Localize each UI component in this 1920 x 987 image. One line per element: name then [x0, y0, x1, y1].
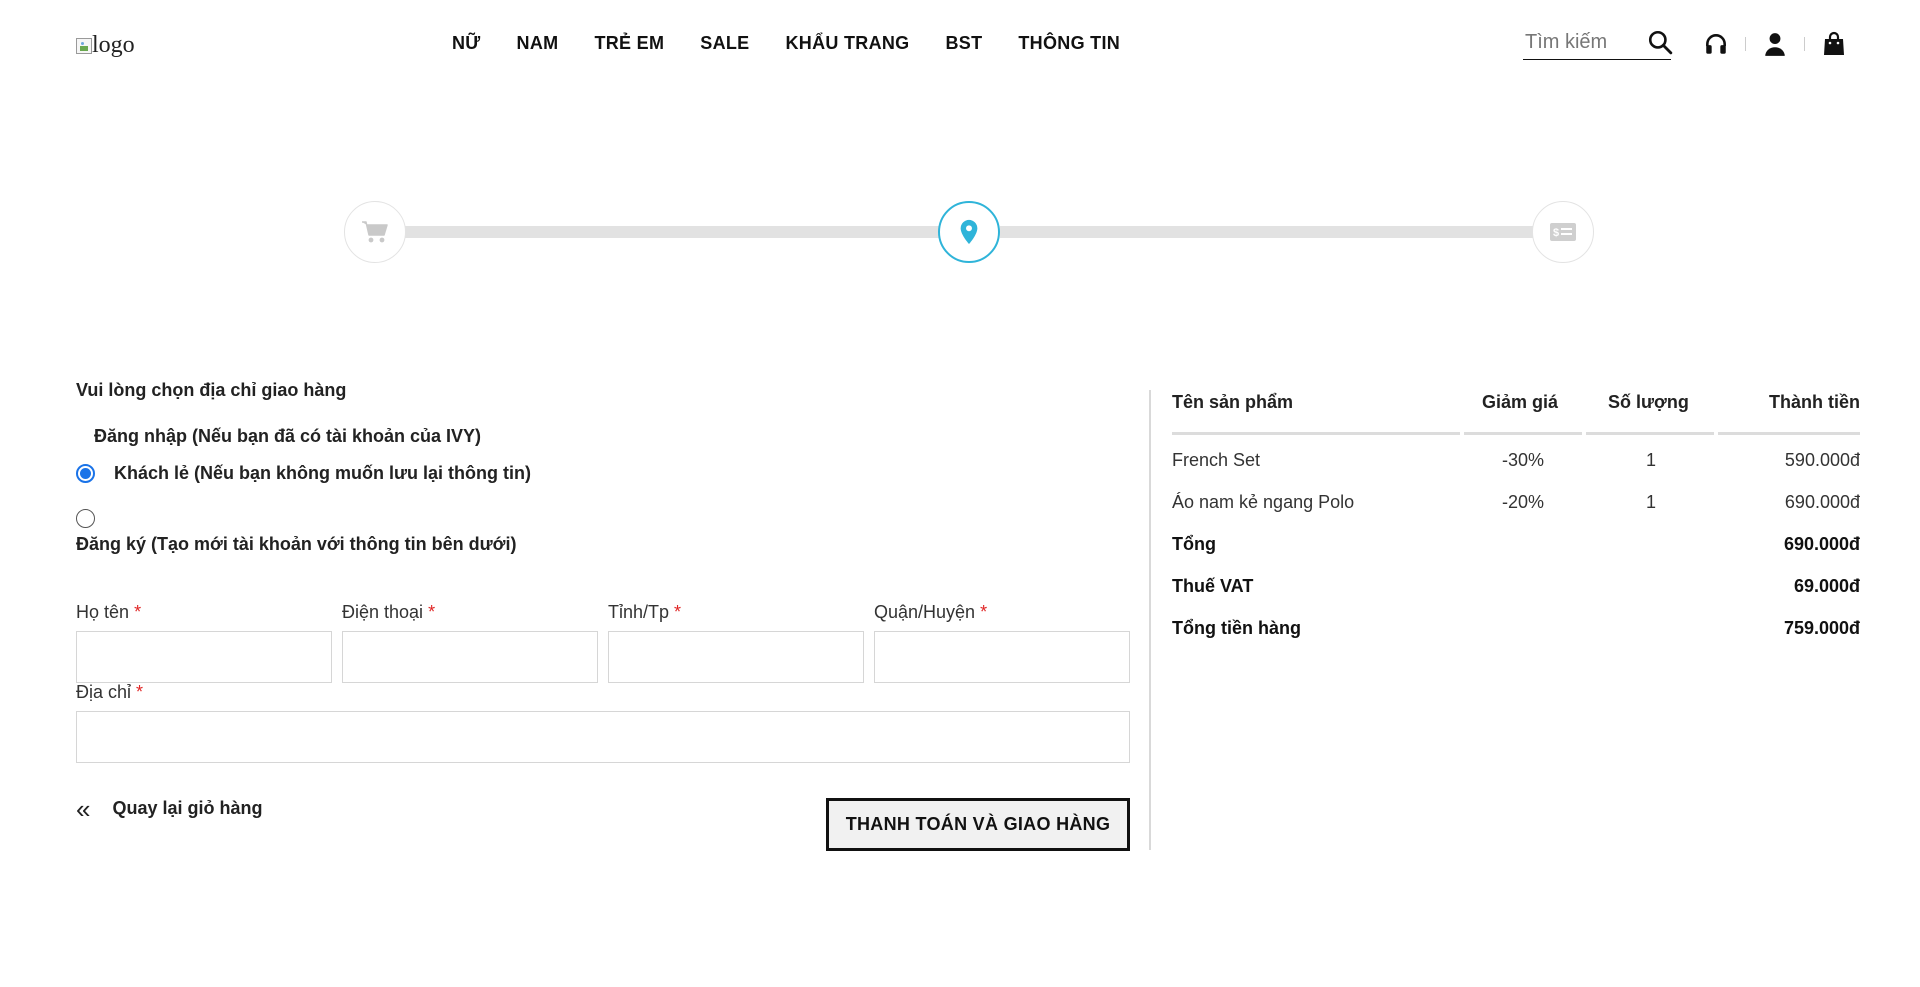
product-price: 590.000đ	[1784, 450, 1860, 470]
checkout-submit-button[interactable]: THANH TOÁN VÀ GIAO HÀNG	[826, 798, 1130, 851]
nav-item-thong-tin[interactable]: THÔNG TIN	[1018, 33, 1120, 54]
col-product: Tên sản phẩm	[1172, 392, 1294, 412]
nav-item-bst[interactable]: BST	[945, 33, 982, 54]
summary-header: Tên sản phẩm Giảm giá Số lượng Thành tiề…	[1172, 380, 1860, 436]
search-icon[interactable]	[1647, 29, 1673, 55]
vat-label: Thuế VAT	[1172, 576, 1254, 596]
address-label: Địa chỉ *	[76, 682, 144, 702]
district-select[interactable]	[874, 631, 1130, 683]
grand-total-row: Tổng tiền hàng 759.000đ	[1172, 604, 1860, 646]
guest-radio[interactable]	[76, 464, 95, 483]
city-select[interactable]	[608, 631, 864, 683]
total-label: Tổng	[1172, 534, 1216, 554]
nav-item-khau-trang[interactable]: KHẨU TRANG	[785, 33, 909, 54]
product-price: 690.000đ	[1784, 492, 1860, 512]
grand-total-label: Tổng tiền hàng	[1172, 618, 1301, 638]
header-underline	[1464, 432, 1582, 435]
divider	[1745, 37, 1746, 51]
name-field-group: Họ tên *	[76, 602, 332, 683]
table-row: French Set -30% 1 590.000đ	[1172, 436, 1860, 478]
product-name: French Set	[1172, 450, 1261, 470]
nav-item-nam[interactable]: NAM	[517, 33, 559, 54]
table-row: Áo nam kẻ ngang Polo -20% 1 690.000đ	[1172, 478, 1860, 520]
vat-value: 69.000đ	[1793, 576, 1860, 596]
option-guest-label: Khách lẻ (Nếu bạn không muốn lưu lại thô…	[114, 463, 532, 483]
back-to-cart-label: Quay lại giỏ hàng	[112, 798, 263, 818]
district-field-group: Quận/Huyện *	[874, 602, 1130, 683]
step-cart	[344, 201, 406, 263]
address-input[interactable]	[76, 711, 1130, 763]
name-label: Họ tên *	[76, 602, 142, 622]
option-login[interactable]: Đăng nhập (Nếu bạn đã có tài khoản của I…	[94, 426, 481, 447]
total-row: Tổng 690.000đ	[1172, 520, 1860, 562]
progress-track	[400, 226, 940, 238]
col-discount: Giảm giá	[1482, 392, 1559, 412]
shopping-bag-icon[interactable]	[1820, 30, 1848, 58]
name-input[interactable]	[76, 631, 332, 683]
total-value: 690.000đ	[1783, 534, 1860, 554]
progress-track	[1000, 226, 1540, 238]
phone-field-group: Điện thoại *	[342, 602, 598, 683]
headset-icon[interactable]	[1702, 30, 1730, 58]
location-pin-icon	[960, 219, 978, 245]
header-underline	[1718, 432, 1860, 435]
checkout-progress: $	[344, 201, 1594, 263]
phone-input[interactable]	[342, 631, 598, 683]
shipping-form: Vui lòng chọn địa chỉ giao hàng Đăng nhậ…	[76, 380, 1130, 851]
back-to-cart-link[interactable]: « Quay lại giỏ hàng	[76, 793, 263, 824]
grand-total-value: 759.000đ	[1783, 618, 1860, 638]
main-nav: NỮ NAM TRẺ EM SALE KHẨU TRANG BST THÔNG …	[452, 33, 1156, 54]
city-field-group: Tỉnh/Tp *	[608, 602, 864, 683]
register-radio[interactable]	[76, 509, 95, 528]
order-summary: Tên sản phẩm Giảm giá Số lượng Thành tiề…	[1172, 380, 1860, 646]
column-divider	[1149, 390, 1151, 850]
product-qty: 1	[1646, 450, 1657, 470]
cart-icon	[362, 221, 388, 243]
phone-label: Điện thoại *	[342, 602, 436, 622]
product-name: Áo nam kẻ ngang Polo	[1172, 492, 1355, 512]
logo[interactable]: logo	[76, 32, 135, 59]
product-discount: -20%	[1502, 492, 1545, 512]
product-qty: 1	[1646, 492, 1657, 512]
site-header: logo NỮ NAM TRẺ EM SALE KHẨU TRANG BST T…	[0, 0, 1920, 90]
nav-item-tre-em[interactable]: TRẺ EM	[594, 33, 664, 54]
city-label: Tỉnh/Tp *	[608, 602, 682, 622]
search-input[interactable]	[1523, 26, 1643, 58]
nav-item-nu[interactable]: NỮ	[452, 33, 481, 54]
col-amount: Thành tiền	[1769, 392, 1860, 412]
header-underline	[1586, 432, 1714, 435]
product-discount: -30%	[1502, 450, 1545, 470]
col-quantity: Số lượng	[1608, 392, 1689, 412]
vat-row: Thuế VAT 69.000đ	[1172, 562, 1860, 604]
svg-text:$: $	[1553, 227, 1559, 239]
step-payment: $	[1532, 201, 1594, 263]
nav-item-sale[interactable]: SALE	[700, 33, 749, 54]
search-box	[1523, 26, 1673, 60]
step-address	[938, 201, 1000, 263]
district-label: Quận/Huyện *	[874, 602, 988, 622]
broken-image-icon	[76, 37, 92, 54]
logo-alt-text: logo	[92, 32, 135, 58]
double-chevron-left-icon: «	[76, 793, 91, 824]
header-icons	[1702, 30, 1848, 58]
divider	[1804, 37, 1805, 51]
payment-icon: $	[1550, 223, 1576, 241]
header-underline	[1172, 432, 1460, 435]
address-field-group: Địa chỉ *	[76, 682, 1130, 763]
option-guest[interactable]: Khách lẻ (Nếu bạn không muốn lưu lại thô…	[76, 463, 531, 484]
user-icon[interactable]	[1761, 30, 1789, 58]
option-register-label: Đăng ký (Tạo mới tài khoản với thông tin…	[76, 534, 517, 554]
form-title: Vui lòng chọn địa chỉ giao hàng	[76, 380, 347, 400]
